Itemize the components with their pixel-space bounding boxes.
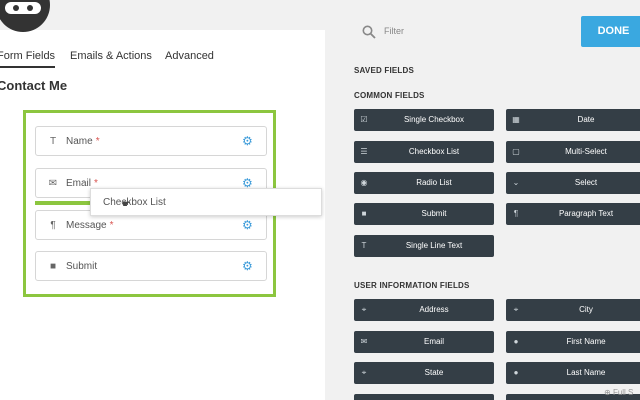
tile-label: Single Checkbox [403, 115, 465, 124]
user-icon: ● [513, 337, 519, 346]
field-label: Name [66, 136, 93, 147]
tile-label: Checkbox List [408, 147, 460, 156]
expand-icon: ⊕ [604, 388, 613, 397]
tile-label: Multi-Select [565, 147, 607, 156]
user-info-fields-title: USER INFORMATION FIELDS [354, 281, 470, 290]
form-builder-pane: Form Fields Emails & Actions Advanced Co… [0, 0, 325, 400]
square-outline-icon: ▢ [512, 147, 520, 156]
tile-label: Address [419, 305, 449, 314]
map-pin-icon: ⌖ [361, 368, 367, 377]
fullscreen-label: Full S [612, 388, 634, 397]
search-icon[interactable] [362, 25, 376, 39]
ninja-logo-icon [0, 0, 50, 32]
chevron-down-icon: ⌄ [512, 178, 520, 187]
user-icon: ● [513, 368, 519, 377]
hand-cursor-icon: ☛ [122, 199, 131, 210]
form-field-submit[interactable]: ■ Submit ⚙ [35, 251, 267, 281]
filter-input[interactable]: Filter [384, 26, 404, 36]
tab-advanced[interactable]: Advanced [165, 50, 214, 62]
tile-label: First Name [566, 337, 606, 346]
field-label-wrap: Message * [66, 220, 113, 231]
tile-label: City [579, 305, 593, 314]
field-tile-city[interactable]: ⌖ City [506, 299, 640, 321]
tile-label: Email [423, 337, 444, 346]
required-marker: * [109, 220, 114, 231]
form-title: Contact Me [0, 78, 68, 93]
tile-label: State [424, 368, 444, 377]
field-tile-email[interactable]: ✉ Email [354, 331, 494, 353]
dragged-field-label: Checkbox List [103, 197, 166, 208]
text-icon: T [361, 241, 367, 250]
tile-label: Last Name [566, 368, 606, 377]
top-strip [0, 0, 325, 32]
field-tile-paragraph-text[interactable]: ¶ Paragraph Text [506, 203, 640, 225]
field-tile-submit[interactable]: ■ Submit [354, 203, 494, 225]
field-tile-date[interactable]: ▦ Date [506, 109, 640, 131]
field-tile-state[interactable]: ⌖ State [354, 362, 494, 384]
tile-label: Select [574, 178, 598, 187]
tile-label: Submit [421, 209, 447, 218]
field-tile-single-line-text[interactable]: T Single Line Text [354, 235, 494, 257]
paragraph-icon: ¶ [513, 209, 519, 218]
square-icon: ■ [361, 209, 367, 218]
field-tile-partial[interactable] [354, 394, 494, 400]
field-tile-address[interactable]: ⌖ Address [354, 299, 494, 321]
map-pin-icon: ⌖ [513, 305, 519, 314]
field-tile-select[interactable]: ⌄ Select [506, 172, 640, 194]
field-tile-last-name[interactable]: ● Last Name [506, 362, 640, 384]
field-label-wrap: Name * [66, 136, 100, 147]
paragraph-icon: ¶ [50, 220, 56, 231]
saved-fields-title: SAVED FIELDS [354, 66, 415, 75]
tile-label: Radio List [416, 178, 452, 187]
field-label: Submit [66, 261, 98, 272]
field-tile-radio-list[interactable]: ◉ Radio List [354, 172, 494, 194]
tab-form-fields[interactable]: Form Fields [0, 50, 56, 68]
field-tile-single-checkbox[interactable]: ☑ Single Checkbox [354, 109, 494, 131]
envelope-icon: ✉ [48, 178, 58, 189]
tile-label: Paragraph Text [558, 209, 614, 218]
gear-icon[interactable]: ⚙ [242, 219, 254, 231]
field-label: Message [66, 220, 107, 231]
tile-label: Single Line Text [405, 241, 463, 250]
done-button[interactable]: DONE [581, 16, 640, 47]
map-pin-icon: ⌖ [361, 305, 367, 314]
field-tile-multi-select[interactable]: ▢ Multi-Select [506, 141, 640, 163]
tab-emails-actions[interactable]: Emails & Actions [70, 50, 152, 62]
list-icon: ☰ [360, 147, 368, 156]
calendar-icon: ▦ [512, 115, 520, 124]
field-label: Email [66, 178, 92, 189]
required-marker: * [95, 136, 100, 147]
envelope-icon: ✉ [360, 337, 368, 346]
checkbox-icon: ☑ [360, 115, 368, 124]
gear-icon[interactable]: ⚙ [242, 135, 254, 147]
gear-icon[interactable]: ⚙ [242, 260, 254, 272]
fullscreen-toggle[interactable]: ⊕ Full S [604, 388, 633, 397]
field-tile-first-name[interactable]: ● First Name [506, 331, 640, 353]
common-fields-title: COMMON FIELDS [354, 91, 425, 100]
text-icon: T [49, 136, 57, 147]
form-field-name[interactable]: T Name * ⚙ [35, 126, 267, 156]
field-tile-checkbox-list[interactable]: ☰ Checkbox List [354, 141, 494, 163]
radio-icon: ◉ [360, 178, 368, 187]
tile-label: Date [577, 115, 595, 124]
square-icon: ■ [49, 261, 57, 272]
